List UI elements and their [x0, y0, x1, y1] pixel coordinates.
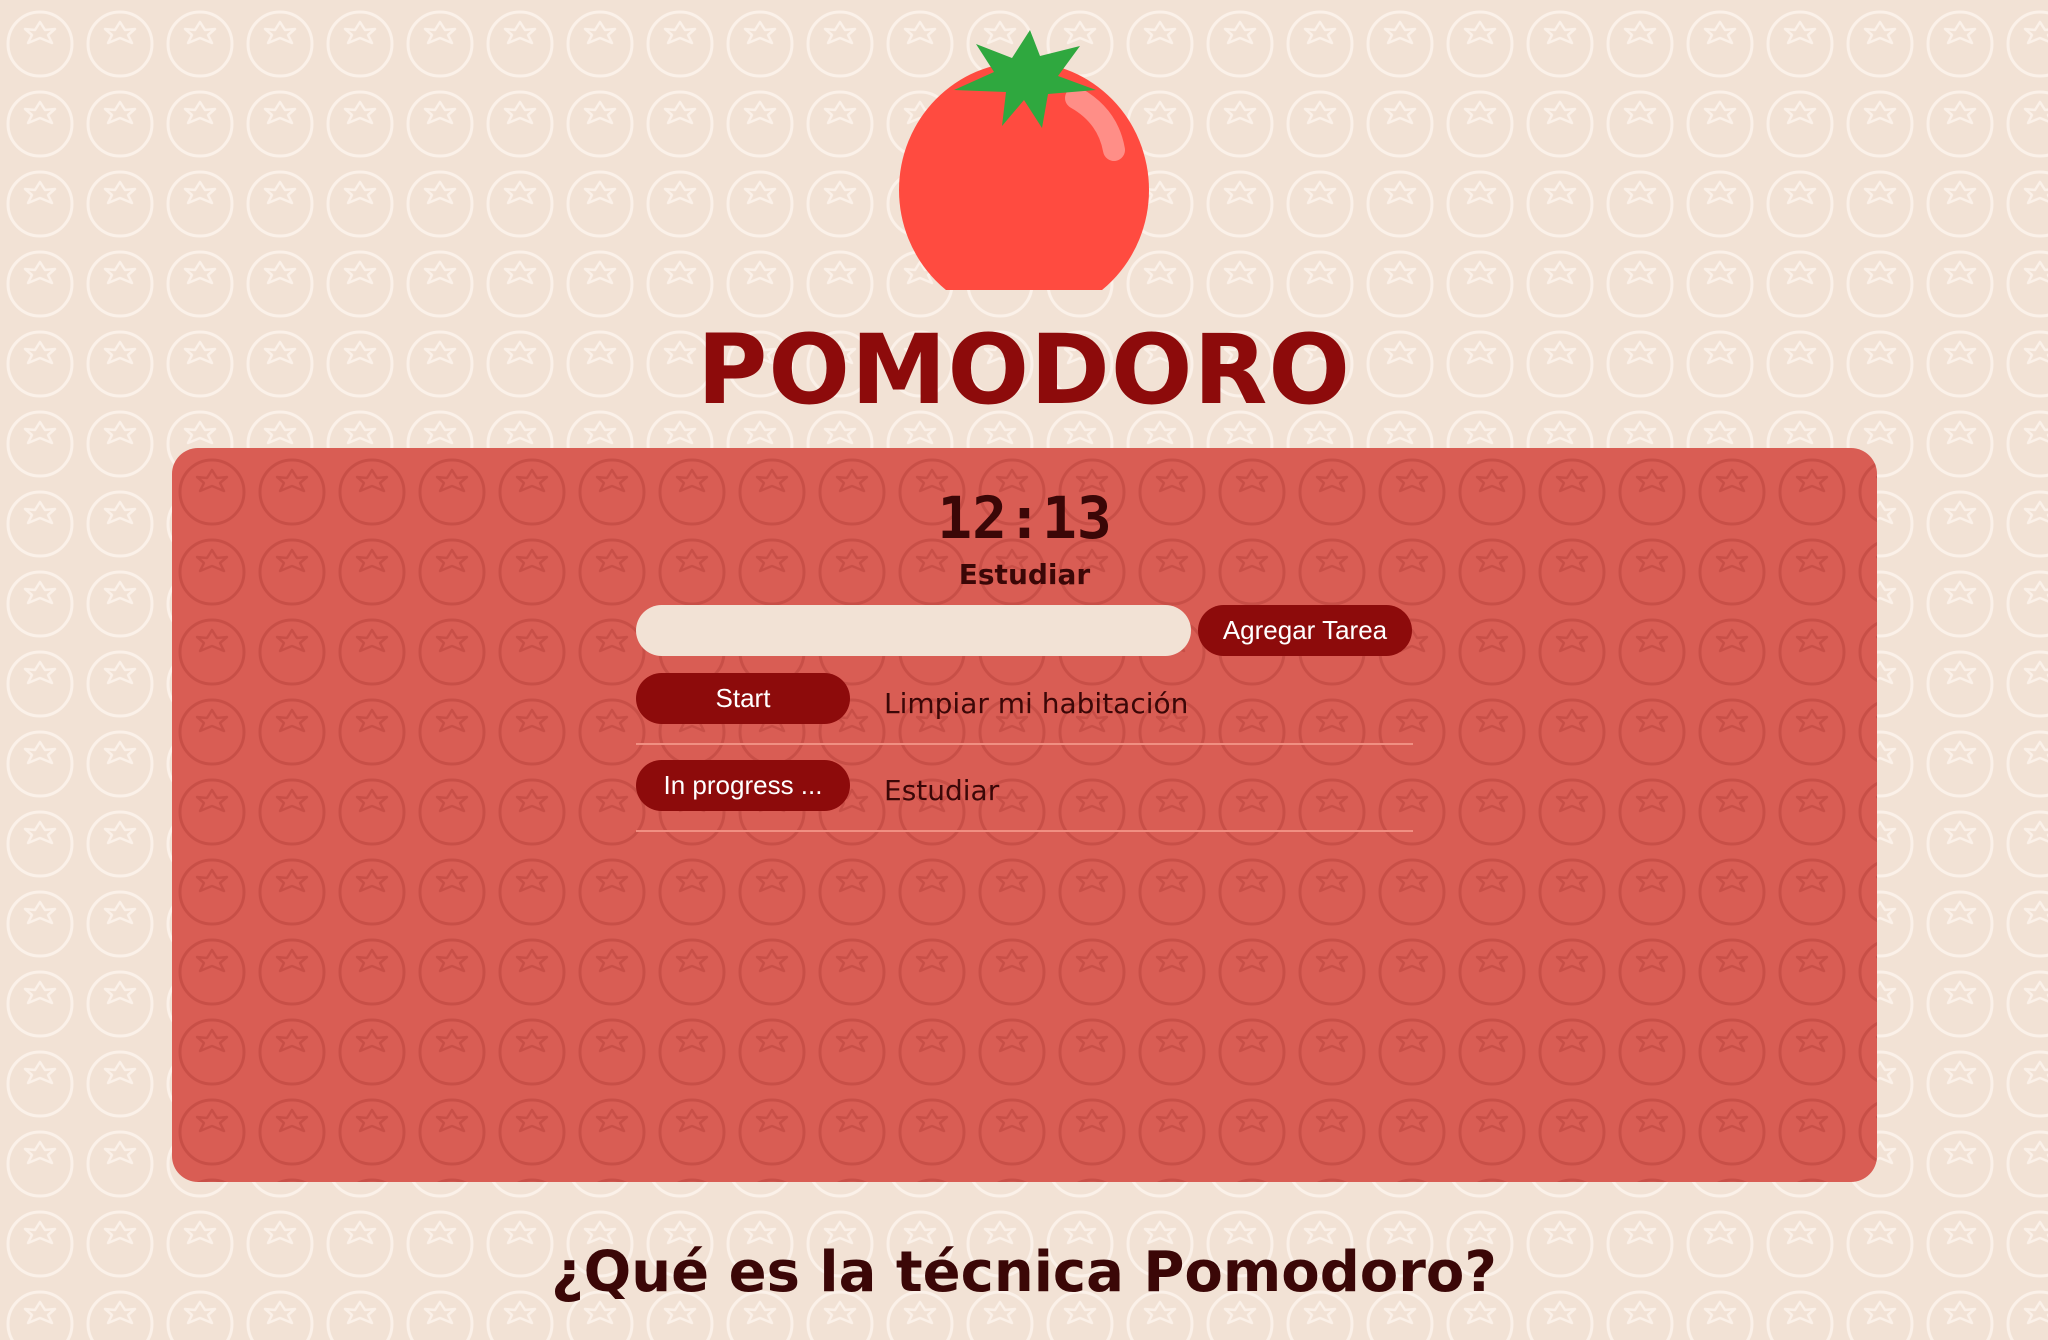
add-task-button[interactable]: Agregar Tarea [1198, 605, 1412, 656]
timer-mode-label: Estudiar [958, 558, 1091, 591]
task-name: Estudiar [884, 774, 1000, 807]
app-title: POMODORO [697, 314, 1351, 426]
task-start-button[interactable]: Start [636, 673, 850, 724]
task-row: In progress ... Estudiar [636, 760, 1413, 832]
task-in-progress-button[interactable]: In progress ... [636, 760, 850, 811]
timer-display: 12:13 [937, 484, 1112, 552]
timer-panel: 12:13 Estudiar Agregar Tarea Start Limpi… [172, 448, 1877, 1182]
task-row: Start Limpiar mi habitación [636, 673, 1413, 745]
task-name: Limpiar mi habitación [884, 687, 1189, 720]
tomato-icon [899, 30, 1149, 290]
task-input[interactable] [636, 605, 1191, 656]
info-heading: ¿Qué es la técnica Pomodoro? [551, 1240, 1497, 1305]
